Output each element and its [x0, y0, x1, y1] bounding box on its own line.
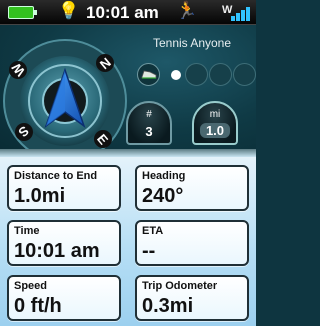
field-label: Time	[14, 225, 40, 237]
selector-slot-3[interactable]	[209, 63, 232, 86]
activity-selector[interactable]	[137, 63, 256, 89]
distance-unit-label: mi	[209, 109, 221, 120]
selected-indicator-dot	[171, 70, 181, 80]
data-fields-area: Distance to End 1.0mi Heading 240° Time …	[0, 149, 256, 326]
distance-stat[interactable]: mi 1.0	[192, 101, 238, 145]
field-distance-to-end[interactable]: Distance to End 1.0mi	[7, 165, 121, 211]
field-heading[interactable]: Heading 240°	[135, 165, 249, 211]
compass-label-s: S	[15, 123, 33, 141]
field-value: 10:01 am	[14, 240, 100, 262]
compass-label-e: E	[94, 130, 112, 148]
count-value: 3	[145, 124, 153, 139]
selector-slot-4[interactable]	[233, 63, 256, 86]
navigation-panel: N E S W Tennis Anyone # 3 mi 1.0	[0, 25, 256, 163]
field-eta[interactable]: ETA --	[135, 220, 249, 266]
compass[interactable]: N E S W	[2, 38, 128, 164]
field-value: 240°	[142, 185, 184, 207]
signal-bar-2	[236, 13, 240, 21]
field-label: ETA	[142, 225, 164, 237]
selector-slot-2[interactable]	[185, 63, 208, 86]
field-value: --	[142, 240, 156, 262]
count-label: #	[146, 109, 152, 120]
field-label: Distance to End	[14, 170, 98, 182]
field-value: 0.3mi	[142, 295, 194, 317]
shoe-icon	[141, 70, 157, 79]
count-stat[interactable]: # 3	[126, 101, 172, 145]
field-label: Speed	[14, 280, 48, 292]
status-bar: 💡 10:01 am 🏃 W	[0, 0, 256, 25]
battery-icon	[8, 6, 37, 19]
compass-label-n: N	[96, 54, 114, 72]
gps-signal-icon: W	[222, 4, 250, 21]
field-label: Trip Odometer	[142, 280, 218, 292]
field-value: 1.0mi	[14, 185, 66, 207]
signal-bar-4	[246, 7, 250, 21]
field-time[interactable]: Time 10:01 am	[7, 220, 121, 266]
profile-name[interactable]: Tennis Anyone	[130, 36, 254, 50]
field-speed[interactable]: Speed 0 ft/h	[7, 275, 121, 321]
field-value: 0 ft/h	[14, 295, 62, 317]
distance-value: 1.0	[200, 123, 230, 138]
signal-bar-1	[231, 16, 235, 21]
selector-slot-1[interactable]	[137, 63, 160, 86]
status-time: 10:01 am	[86, 3, 159, 22]
signal-bar-3	[241, 10, 245, 21]
runner-icon[interactable]: 🏃	[176, 1, 197, 21]
signal-letter: W	[222, 4, 233, 16]
lightbulb-icon[interactable]: 💡	[58, 1, 79, 21]
field-trip-odometer[interactable]: Trip Odometer 0.3mi	[135, 275, 249, 321]
field-label: Heading	[142, 170, 186, 182]
